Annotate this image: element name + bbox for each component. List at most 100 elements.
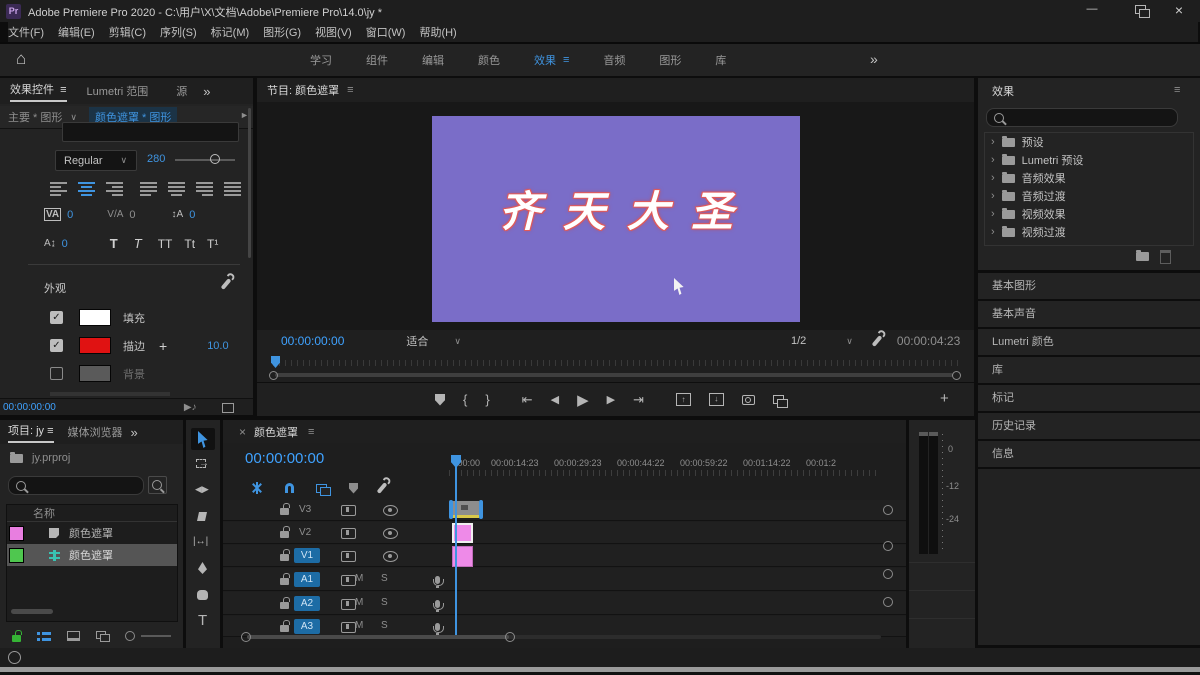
kerning-value[interactable]: 0 bbox=[129, 209, 135, 221]
font-size-slider-handle[interactable] bbox=[210, 154, 220, 164]
restore-button[interactable] bbox=[1124, 5, 1158, 19]
workspace-tab-learning[interactable]: 学习 bbox=[310, 52, 332, 68]
toggle-output-icon[interactable] bbox=[383, 505, 398, 516]
button-editor-plus[interactable]: + bbox=[940, 390, 949, 407]
razor-tool[interactable] bbox=[197, 512, 207, 524]
voiceover-record-icon[interactable] bbox=[435, 600, 440, 608]
close-button[interactable]: × bbox=[1164, 2, 1194, 18]
zoom-slider-handle[interactable] bbox=[125, 631, 135, 641]
background-swatch[interactable] bbox=[79, 365, 111, 382]
appearance-wrench-icon[interactable] bbox=[221, 278, 232, 290]
track-label-a2[interactable]: A2 bbox=[294, 596, 320, 611]
mark-out-button[interactable]: } bbox=[485, 392, 489, 407]
solo-button[interactable]: S bbox=[381, 597, 388, 608]
play-audio-icon[interactable]: ▶♪ bbox=[184, 402, 197, 413]
menu-edit[interactable]: 编辑(E) bbox=[58, 24, 95, 40]
effects-tree-audio-transitions[interactable]: ›音频过渡 bbox=[985, 187, 1193, 205]
sync-lock-icon[interactable] bbox=[341, 528, 356, 539]
toggle-output-icon[interactable] bbox=[383, 551, 398, 562]
monitor-settings-icon[interactable] bbox=[872, 335, 883, 347]
voiceover-record-icon[interactable] bbox=[435, 623, 440, 631]
project-writable-icon[interactable] bbox=[12, 635, 21, 642]
effects-search-input[interactable] bbox=[986, 108, 1178, 127]
workspace-tab-audio[interactable]: 音频 bbox=[603, 52, 625, 68]
type-tool[interactable]: T bbox=[198, 612, 207, 629]
slip-tool[interactable]: |↔| bbox=[193, 536, 208, 547]
menu-clip[interactable]: 剪辑(C) bbox=[109, 24, 146, 40]
playback-resolution-select[interactable]: 1/2∨ bbox=[791, 335, 853, 347]
selection-tool[interactable] bbox=[191, 428, 215, 450]
add-stroke-button[interactable]: + bbox=[159, 338, 167, 354]
workspace-tab-color[interactable]: 颜色 bbox=[478, 52, 500, 68]
menu-file[interactable]: 文件(F) bbox=[8, 24, 44, 40]
leading-value[interactable]: 0 bbox=[189, 209, 195, 221]
lock-icon[interactable] bbox=[280, 508, 289, 515]
list-view-button[interactable] bbox=[37, 631, 51, 642]
search-bin-button[interactable] bbox=[148, 476, 167, 494]
pen-tool[interactable] bbox=[198, 562, 207, 577]
snap-icon[interactable] bbox=[285, 483, 294, 493]
step-back-button[interactable]: ◀ bbox=[551, 393, 559, 406]
faux-bold-button[interactable]: T bbox=[110, 236, 118, 251]
add-marker-button[interactable] bbox=[435, 394, 445, 406]
tab-project[interactable]: 项目: jy ≡ bbox=[8, 422, 54, 443]
effects-panel-menu-icon[interactable]: ≡ bbox=[1174, 84, 1180, 96]
chevron-down-icon[interactable]: ∨ bbox=[70, 112, 77, 123]
track-v1[interactable]: V1 bbox=[223, 545, 906, 567]
sync-lock-icon[interactable] bbox=[341, 575, 356, 586]
go-to-out-button[interactable]: ⇥ bbox=[633, 392, 644, 408]
panel-libraries[interactable]: 库 bbox=[978, 357, 1200, 383]
project-search-input[interactable] bbox=[8, 476, 144, 495]
panel-essential-sound[interactable]: 基本声音 bbox=[978, 301, 1200, 327]
mute-button[interactable]: M bbox=[355, 597, 363, 608]
freeform-view-button[interactable] bbox=[96, 631, 109, 641]
export-frame-icon[interactable] bbox=[222, 403, 234, 413]
stroke-width-value[interactable]: 10.0 bbox=[207, 340, 228, 352]
panel-info[interactable]: 信息 bbox=[978, 441, 1200, 467]
effect-controls-timecode[interactable]: 00:00:00:00 bbox=[0, 402, 56, 413]
home-icon[interactable]: ⌂ bbox=[16, 49, 26, 69]
panel-lumetri-color[interactable]: Lumetri 颜色 bbox=[978, 329, 1200, 355]
tab-media-browser[interactable]: 媒体浏览器 bbox=[68, 424, 123, 440]
timeline-settings-icon[interactable] bbox=[377, 482, 388, 494]
font-size-value[interactable]: 280 bbox=[147, 153, 165, 165]
minimize-button[interactable]: — bbox=[1075, 3, 1109, 15]
mute-button[interactable]: M bbox=[355, 620, 363, 631]
panel-history[interactable]: 历史记录 bbox=[978, 413, 1200, 439]
solo-button[interactable]: S bbox=[381, 573, 388, 584]
menu-help[interactable]: 帮助(H) bbox=[419, 24, 456, 40]
all-caps-button[interactable]: TT bbox=[158, 237, 173, 251]
effect-controls-scrollbar[interactable] bbox=[248, 108, 251, 258]
timeline-playhead[interactable] bbox=[451, 455, 462, 637]
new-bin-button[interactable] bbox=[1136, 252, 1149, 261]
workspace-tab-libraries[interactable]: 库 bbox=[715, 52, 726, 68]
font-family-field[interactable]: FZShuTi bbox=[62, 122, 239, 142]
step-forward-button[interactable]: ▶ bbox=[607, 393, 615, 406]
lock-icon[interactable] bbox=[280, 602, 289, 609]
justify-last-center-button[interactable] bbox=[168, 182, 185, 196]
program-timecode[interactable]: 00:00:00:00 bbox=[257, 334, 344, 348]
tracking-value[interactable]: 0 bbox=[67, 209, 73, 221]
workspace-tab-editing[interactable]: 编辑 bbox=[422, 52, 444, 68]
label-color-chip[interactable] bbox=[9, 526, 24, 541]
project-menu-icon[interactable]: ≡ bbox=[47, 425, 53, 437]
align-left-button[interactable] bbox=[50, 182, 67, 196]
hscroll-handle-right[interactable] bbox=[505, 632, 515, 642]
workspace-tab-assembly[interactable]: 组件 bbox=[366, 52, 388, 68]
track-target-select[interactable]: 主要 * 图形 bbox=[0, 109, 62, 125]
nest-sequence-icon[interactable] bbox=[251, 482, 263, 494]
timeline-ruler[interactable]: :00:00 00:00:14:23 00:00:29:23 00:00:44:… bbox=[449, 453, 906, 477]
workspace-tab-graphics[interactable]: 图形 bbox=[659, 52, 681, 68]
track-label-v2[interactable]: V2 bbox=[299, 527, 311, 538]
toggle-output-icon[interactable] bbox=[383, 528, 398, 539]
icon-view-button[interactable] bbox=[67, 631, 80, 641]
track-a1[interactable]: A1 M S bbox=[223, 568, 906, 591]
track-v2[interactable]: V2 bbox=[223, 522, 906, 544]
lock-icon[interactable] bbox=[280, 554, 289, 561]
fill-checkbox[interactable]: ✓ bbox=[50, 311, 63, 324]
faux-italic-button[interactable]: T bbox=[134, 236, 142, 251]
comparison-view-button[interactable] bbox=[773, 395, 784, 404]
lock-icon[interactable] bbox=[280, 578, 289, 585]
menu-graphics[interactable]: 图形(G) bbox=[263, 24, 301, 40]
baseline-shift-value[interactable]: 0 bbox=[62, 238, 68, 250]
